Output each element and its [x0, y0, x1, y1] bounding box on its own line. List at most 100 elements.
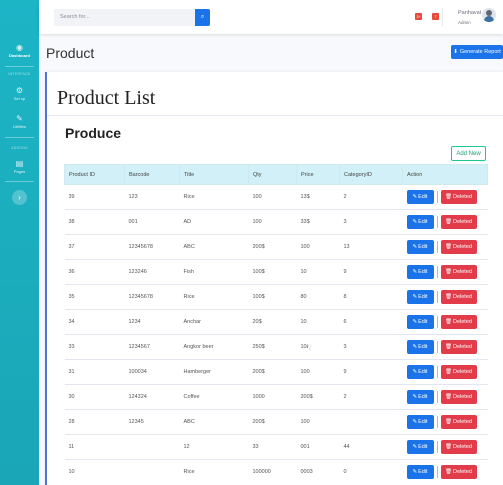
- delete-button[interactable]: 🗑 Deleted: [440, 465, 477, 480]
- trash-icon: 🗑: [445, 419, 452, 425]
- cell-category-id: 6: [339, 309, 403, 335]
- table-row: 28 12345 ABC 200$ 100 ✎ Edit 🗑 Deleted: [64, 409, 488, 435]
- topbar: Search for... ⌕ 3+ 7 Panhavat Admin: [39, 0, 503, 34]
- delete-button[interactable]: 🗑 Deleted: [440, 390, 477, 404]
- delete-label: Deleted: [453, 269, 472, 275]
- cell-price: 10៛្: [296, 334, 340, 360]
- cell-price: 200$: [296, 384, 340, 410]
- trash-icon: 🗑: [445, 394, 452, 400]
- cell-qty: 250$: [248, 334, 297, 360]
- cell-price: 80: [296, 284, 340, 310]
- search-button[interactable]: ⌕: [195, 9, 210, 26]
- cell-barcode: 12345678: [124, 284, 180, 310]
- cell-product-id: 37: [64, 234, 125, 260]
- edit-button[interactable]: ✎ Edit: [406, 415, 434, 429]
- cell-product-id: 11: [64, 434, 125, 460]
- add-new-button[interactable]: Add New: [451, 146, 486, 161]
- user-name[interactable]: Panhavat: [458, 10, 481, 16]
- sidebar-item-label: Set up: [13, 96, 26, 101]
- table-header-row: Product ID Barcode Title Qty Price Categ…: [64, 164, 488, 185]
- column-header-action: Action: [402, 164, 488, 185]
- cell-barcode: 001: [124, 209, 180, 235]
- trash-icon: 🗑: [445, 219, 452, 225]
- cell-title: ABC: [179, 234, 249, 260]
- delete-button[interactable]: 🗑 Deleted: [440, 365, 477, 379]
- delete-label: Deleted: [453, 394, 472, 400]
- cell-title: Anchar: [179, 309, 249, 335]
- edit-button[interactable]: ✎ Edit: [406, 340, 434, 354]
- sidebar-item-pages[interactable]: ▤ Pages: [0, 159, 39, 175]
- trash-icon: 🗑: [445, 344, 452, 350]
- delete-button[interactable]: 🗑 Deleted: [440, 190, 477, 204]
- generate-report-button[interactable]: ⬇ Generate Report: [451, 45, 503, 59]
- sidebar-toggle-button[interactable]: ›: [12, 190, 27, 205]
- edit-button[interactable]: ✎ Edit: [406, 290, 434, 304]
- delete-label: Deleted: [453, 469, 472, 476]
- delete-button[interactable]: 🗑 Deleted: [440, 440, 477, 454]
- delete-button[interactable]: 🗑 Deleted: [440, 215, 477, 229]
- avatar[interactable]: [482, 8, 496, 22]
- cell-category-id: 9: [339, 259, 403, 285]
- cell-title: Coffee: [179, 384, 249, 410]
- trash-icon: 🗑: [445, 444, 452, 450]
- cell-action: ✎ Edit 🗑 Deleted: [402, 334, 488, 360]
- cell-title: Rice: [179, 284, 249, 310]
- edit-button[interactable]: ✎ Edit: [406, 265, 434, 279]
- edit-button[interactable]: ✎ Edit: [406, 465, 434, 480]
- cell-product-id: 33: [64, 334, 125, 360]
- action-separator: [436, 291, 438, 303]
- search-input[interactable]: Search for...: [54, 9, 210, 26]
- cell-qty: 200$: [248, 234, 297, 260]
- cell-title: ABC: [179, 409, 249, 435]
- row-actions: ✎ Edit 🗑 Deleted: [406, 390, 484, 404]
- delete-label: Deleted: [453, 194, 472, 200]
- edit-button[interactable]: ✎ Edit: [406, 215, 434, 229]
- table-row: 35 12345678 Rice 100$ 80 8 ✎ Edit 🗑 Deleted: [64, 284, 488, 310]
- sidebar-divider: [5, 66, 34, 67]
- edit-button[interactable]: ✎ Edit: [406, 365, 434, 379]
- delete-label: Deleted: [453, 319, 472, 325]
- cell-product-id: 39: [64, 184, 125, 210]
- cell-product-id: 31: [64, 359, 125, 385]
- delete-button[interactable]: 🗑 Deleted: [440, 240, 477, 254]
- edit-button[interactable]: ✎ Edit: [406, 190, 434, 204]
- cell-price: 100: [296, 359, 340, 385]
- cell-category-id: 3: [339, 209, 403, 235]
- user-role: Admin: [458, 20, 471, 25]
- delete-button[interactable]: 🗑 Deleted: [440, 340, 477, 354]
- edit-label: Edit: [418, 419, 428, 425]
- column-header-barcode: Barcode: [124, 164, 180, 185]
- sidebar: ◉ Dashboard INTERFACE ⚙ Set up ✎ Utiliti…: [0, 0, 39, 485]
- generate-report-label: Generate Report: [459, 49, 501, 55]
- delete-button[interactable]: 🗑 Deleted: [440, 290, 477, 304]
- delete-label: Deleted: [453, 369, 472, 375]
- table-row: 31 100034 Hamberger 200$ 100 9 ✎ Edit 🗑 Deleted: [64, 359, 488, 385]
- delete-button[interactable]: 🗑 Deleted: [440, 415, 477, 429]
- download-icon: ⬇: [453, 49, 458, 55]
- sidebar-divider: [5, 181, 34, 182]
- edit-button[interactable]: ✎ Edit: [406, 315, 434, 329]
- cell-title: Rice: [179, 184, 249, 210]
- edit-button[interactable]: ✎ Edit: [406, 440, 434, 454]
- sidebar-item-setup[interactable]: ⚙ Set up: [0, 86, 39, 102]
- row-actions: ✎ Edit 🗑 Deleted: [406, 265, 484, 279]
- alerts-bell-button[interactable]: 3+: [415, 13, 422, 20]
- edit-button[interactable]: ✎ Edit: [406, 240, 434, 254]
- edit-button[interactable]: ✎ Edit: [406, 390, 434, 404]
- cell-qty: 33: [248, 434, 297, 460]
- delete-button[interactable]: 🗑 Deleted: [440, 315, 477, 329]
- edit-icon: ✎: [412, 219, 418, 225]
- row-actions: ✎ Edit 🗑 Deleted: [406, 315, 484, 329]
- cell-qty: 200$: [248, 409, 297, 435]
- row-actions: ✎ Edit 🗑 Deleted: [406, 215, 484, 229]
- cell-action: ✎ Edit 🗑 Deleted: [402, 359, 488, 385]
- dashboard-icon: ◉: [16, 43, 23, 52]
- sidebar-item-dashboard[interactable]: ◉ Dashboard: [0, 42, 39, 60]
- messages-button[interactable]: 7: [432, 13, 439, 20]
- delete-button[interactable]: 🗑 Deleted: [440, 265, 477, 279]
- edit-label: Edit: [418, 294, 428, 300]
- sidebar-item-utilities[interactable]: ✎ Utilities: [0, 114, 39, 130]
- cell-barcode: 1234567: [124, 334, 180, 360]
- row-actions: ✎ Edit 🗑 Deleted: [406, 340, 484, 354]
- row-actions: ✎ Edit 🗑 Deleted: [406, 365, 484, 379]
